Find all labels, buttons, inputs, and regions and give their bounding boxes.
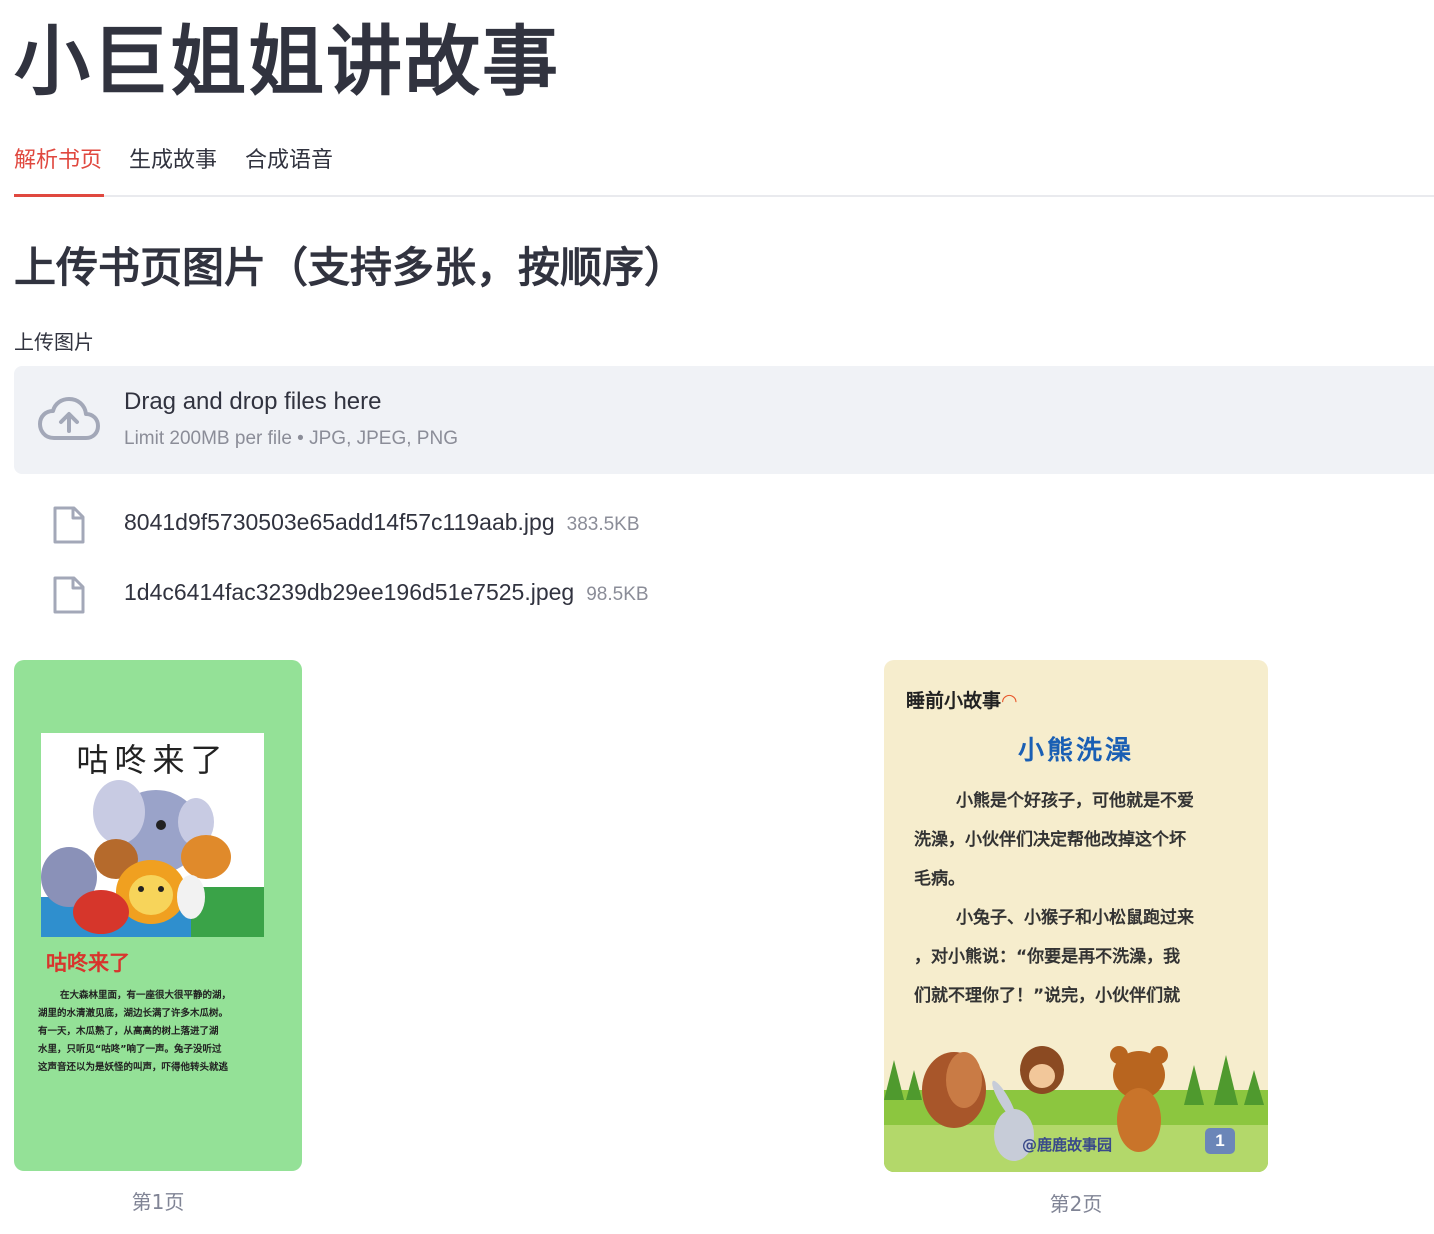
watermark: @鹿鹿故事园: [1022, 1136, 1113, 1154]
tab-generate-story[interactable]: 生成故事: [129, 146, 217, 176]
dropzone-limits: Limit 200MB per file • JPG, JPEG, PNG: [124, 428, 458, 449]
page-body-text: 小熊是个好孩子，可他就是不爱 洗澡，小伙伴们决定帮他改掉这个坏 毛病。 小兔子、…: [914, 791, 1194, 1006]
page-body-text: 在大森林里面，有一座很大很平静的湖， 湖里的水清澈见底，湖边长满了许多木瓜树。 …: [38, 990, 232, 1073]
file-size: 383.5KB: [566, 514, 640, 535]
rainbow-icon: ◠: [1001, 690, 1018, 712]
tab-parse-pages[interactable]: 解析书页: [14, 146, 102, 176]
app-title: 小巨姐姐讲故事: [14, 17, 560, 106]
file-size: 98.5KB: [586, 584, 649, 605]
page-caption-1: 第1页: [131, 1190, 185, 1214]
book-cover-illustration: 咕咚来了: [41, 733, 264, 937]
page-image-1: 咕咚来了 咕咚来了 在大森林里面，有一座很大很平静的湖， 湖里的水清澈见底，湖边…: [14, 660, 302, 1171]
file-icon: [53, 576, 85, 614]
cloud-upload-icon: [38, 397, 100, 440]
page-heading: 咕咚来了: [46, 951, 130, 975]
active-tab-indicator: [14, 194, 104, 197]
uploaded-file-item: 1d4c6414fac3239db29ee196d51e7525.jpeg 98.…: [14, 569, 914, 619]
section-title: 上传书页图片（支持多张，按顺序）: [14, 243, 687, 292]
page-image-2: 睡前小故事◠ 小熊洗澡 小熊是个好孩子，可他就是不爱 洗澡，小伙伴们决定帮他改掉…: [884, 660, 1268, 1172]
file-name: 1d4c6414fac3239db29ee196d51e7525.jpeg: [124, 579, 575, 605]
dropzone-instructions: Drag and drop files here: [124, 388, 382, 415]
book-cover-title: 咕咚来了: [76, 741, 229, 779]
tab-synthesize-speech[interactable]: 合成语音: [245, 146, 333, 176]
page-caption-2: 第2页: [1049, 1192, 1103, 1216]
series-label: 睡前小故事◠: [906, 690, 1018, 712]
tab-bar: 解析书页 生成故事 合成语音: [14, 140, 1434, 197]
uploaded-file-item: 8041d9f5730503e65add14f57c119aab.jpg 383.…: [14, 499, 914, 549]
page-number-badge: 1: [1205, 1128, 1235, 1154]
file-dropzone[interactable]: Drag and drop files here Limit 200MB per…: [14, 366, 1434, 474]
file-icon: [53, 506, 85, 544]
file-name: 8041d9f5730503e65add14f57c119aab.jpg: [124, 509, 555, 535]
uploader-label: 上传图片: [14, 330, 94, 354]
animals-illustration: [41, 780, 264, 937]
page-heading: 小熊洗澡: [1017, 736, 1134, 766]
